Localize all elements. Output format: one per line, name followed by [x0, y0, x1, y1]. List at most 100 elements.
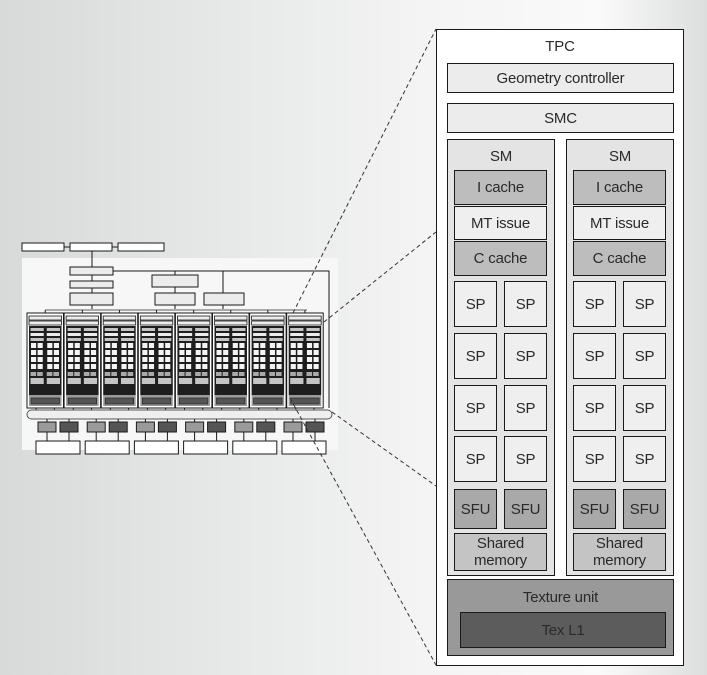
ccache-mini [178, 338, 193, 341]
sp-mini [186, 343, 192, 348]
rop-block [283, 421, 303, 433]
sp-mini [195, 364, 201, 369]
host-interface-block [21, 242, 65, 252]
sfu-mini [259, 372, 266, 376]
icache-mini [120, 328, 135, 331]
sp-mini [142, 343, 148, 348]
smc-mini [65, 320, 99, 326]
sp-unit: SP [504, 436, 547, 482]
sp-mini [195, 343, 201, 348]
viewport-block [117, 242, 165, 252]
sp-mini [260, 343, 266, 348]
shared-memory-mini [290, 378, 304, 384]
ccache-mini [306, 338, 320, 341]
sfu-mini [111, 372, 117, 376]
sp-mini [239, 364, 245, 369]
sp-mini [128, 357, 134, 362]
tex-l1-block: Tex L1 [460, 612, 666, 648]
interconnection-network [26, 409, 333, 420]
geometry-controller-mini [139, 315, 174, 321]
sfu-mini [216, 372, 222, 376]
sp-mini [84, 343, 90, 348]
sp-mini [68, 357, 74, 362]
sp-unit: SP [454, 385, 497, 431]
sp-mini [202, 343, 208, 348]
sfu-mini [290, 372, 296, 376]
sp-mini [253, 364, 259, 369]
mtissue-mini [158, 333, 172, 336]
sp-unit: SP [454, 281, 497, 327]
texture-unit-label: Texture unit [522, 589, 599, 606]
sp-mini [53, 357, 59, 362]
sp-mini [121, 357, 127, 362]
sp-mini [37, 364, 43, 369]
sp-unit: SP [454, 333, 497, 379]
sp-mini [313, 357, 319, 362]
sp-mini [232, 350, 238, 355]
sp-mini [148, 364, 155, 369]
sp-unit: SP [623, 281, 666, 327]
ccache-mini [158, 338, 172, 341]
sp-mini [111, 357, 117, 362]
smc-mini [102, 320, 137, 326]
sp-unit: SP [573, 436, 616, 482]
sp-mini [74, 350, 80, 355]
sp-mini [148, 357, 155, 362]
sfu-mini [158, 372, 164, 376]
sfu-mini [37, 372, 43, 376]
sp-mini [53, 343, 59, 348]
shared-memory-label: Shared [476, 535, 525, 552]
sp-mini [306, 357, 313, 362]
sp-mini [253, 343, 259, 348]
icache-mini [104, 328, 118, 331]
shared-memory-mini [46, 378, 60, 384]
sp-mini [253, 357, 259, 362]
mtissue-mini [253, 333, 267, 336]
l2-block [157, 421, 177, 433]
icache-mini [67, 328, 81, 331]
shared-memory-mini [120, 378, 135, 384]
sp-mini [276, 343, 282, 348]
tex-l1-mini [30, 397, 60, 405]
sp-mini [105, 343, 111, 348]
sfu-mini [178, 372, 185, 376]
sfu-mini [53, 372, 59, 376]
setup-block [151, 274, 199, 288]
sp-mini [47, 364, 53, 369]
sp-mini [290, 350, 296, 355]
sp-mini [165, 350, 171, 355]
sp-mini [111, 343, 117, 348]
i-cache-label: I cache [477, 179, 524, 196]
geometry-controller-mini [65, 315, 99, 321]
mtissue-mini [232, 333, 246, 336]
shared-memory-label: Shared [595, 535, 644, 552]
l2-block [256, 421, 276, 433]
sfu-mini [222, 372, 229, 376]
c-cache-block: C cache [454, 241, 547, 276]
dram-block [84, 440, 130, 455]
mt-issue-block: MT issue [454, 206, 547, 240]
sp-mini [165, 364, 171, 369]
mtissue-mini [195, 333, 209, 336]
sp-label: SP [584, 399, 605, 417]
sp-mini [37, 343, 43, 348]
dram-block [281, 440, 327, 455]
sfu-mini [74, 372, 80, 376]
ccache-mini [290, 338, 304, 341]
sp-mini [31, 357, 37, 362]
mtissue-mini [67, 333, 81, 336]
smc-mini [288, 320, 322, 326]
sfu-mini [127, 372, 134, 376]
sp-mini [148, 343, 155, 348]
mtissue-mini [269, 333, 283, 336]
c-cache-label: C cache [473, 250, 528, 267]
icache-mini [178, 328, 193, 331]
sp-label: SP [465, 347, 486, 365]
sp-mini [239, 357, 245, 362]
sp-mini [105, 357, 111, 362]
icache-mini [30, 328, 44, 331]
sp-mini [148, 350, 155, 355]
sp-label: SP [634, 347, 655, 365]
sfu-label: SFU [629, 500, 660, 518]
vertex-work-distribution [69, 266, 114, 276]
